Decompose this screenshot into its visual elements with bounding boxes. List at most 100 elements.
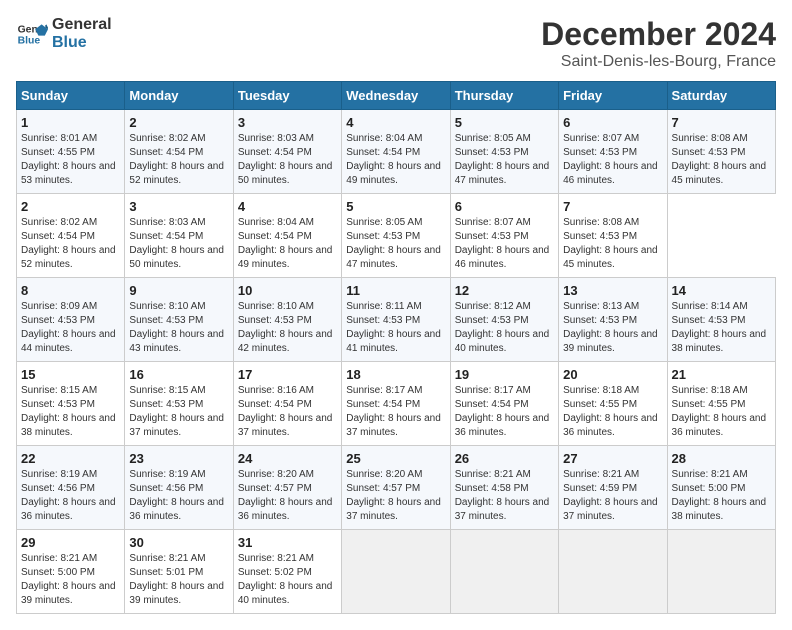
calendar-cell: 30Sunrise: 8:21 AMSunset: 5:01 PMDayligh… [125,530,233,614]
day-info: Sunrise: 8:13 AMSunset: 4:53 PMDaylight:… [563,300,662,356]
calendar-week-2: 8Sunrise: 8:09 AMSunset: 4:53 PMDaylight… [17,278,776,362]
day-number: 14 [672,283,771,298]
day-info: Sunrise: 8:04 AMSunset: 4:54 PMDaylight:… [238,216,337,272]
day-info: Sunrise: 8:21 AMSunset: 4:59 PMDaylight:… [563,468,662,524]
day-info: Sunrise: 8:10 AMSunset: 4:53 PMDaylight:… [238,300,337,356]
day-number: 10 [238,283,337,298]
day-info: Sunrise: 8:21 AMSunset: 5:00 PMDaylight:… [672,468,771,524]
day-info: Sunrise: 8:08 AMSunset: 4:53 PMDaylight:… [563,216,662,272]
day-info: Sunrise: 8:04 AMSunset: 4:54 PMDaylight:… [346,132,445,188]
day-number: 18 [346,367,445,382]
calendar-cell: 14 Sunrise: 8:14 AMSunset: 4:53 PMDayligh… [667,278,775,362]
calendar-cell: 17Sunrise: 8:16 AMSunset: 4:54 PMDayligh… [233,362,341,446]
day-number: 23 [129,451,228,466]
calendar-cell: 7 Sunrise: 8:08 AMSunset: 4:53 PMDaylight… [667,110,775,194]
calendar-cell: 26 Sunrise: 8:21 AMSunset: 4:58 PMDayligh… [450,446,558,530]
calendar-cell: 16 Sunrise: 8:15 AMSunset: 4:53 PMDayligh… [125,362,233,446]
day-info: Sunrise: 8:02 AMSunset: 4:54 PMDaylight:… [21,216,120,272]
day-number: 9 [129,283,228,298]
day-number: 3 [238,115,337,130]
calendar-cell: 27 Sunrise: 8:21 AMSunset: 4:59 PMDayligh… [559,446,667,530]
day-info: Sunrise: 8:02 AMSunset: 4:54 PMDaylight:… [129,132,228,188]
day-info: Sunrise: 8:07 AMSunset: 4:53 PMDaylight:… [563,132,662,188]
day-number: 27 [563,451,662,466]
calendar-cell: 11 Sunrise: 8:11 AMSunset: 4:53 PMDayligh… [342,278,450,362]
page-header: General Blue General Blue December 2024 … [16,16,776,71]
day-number: 25 [346,451,445,466]
calendar-cell: 24Sunrise: 8:20 AMSunset: 4:57 PMDayligh… [233,446,341,530]
day-number: 4 [346,115,445,130]
day-number: 29 [21,535,120,550]
calendar-cell: 22 Sunrise: 8:19 AMSunset: 4:56 PMDayligh… [17,446,125,530]
day-info: Sunrise: 8:03 AMSunset: 4:54 PMDaylight:… [238,132,337,188]
calendar-cell: 15 Sunrise: 8:15 AMSunset: 4:53 PMDayligh… [17,362,125,446]
day-number: 22 [21,451,120,466]
day-info: Sunrise: 8:11 AMSunset: 4:53 PMDaylight:… [346,300,445,356]
calendar-subtitle: Saint-Denis-les-Bourg, France [541,53,776,71]
calendar-cell: 19 Sunrise: 8:17 AMSunset: 4:54 PMDayligh… [450,362,558,446]
day-number: 20 [563,367,662,382]
day-info: Sunrise: 8:20 AMSunset: 4:57 PMDaylight:… [346,468,445,524]
day-number: 24 [238,451,337,466]
day-number: 3 [129,199,228,214]
day-number: 16 [129,367,228,382]
day-number: 7 [672,115,771,130]
day-number: 11 [346,283,445,298]
day-info: Sunrise: 8:08 AMSunset: 4:53 PMDaylight:… [672,132,771,188]
calendar-cell: 20Sunrise: 8:18 AMSunset: 4:55 PMDayligh… [559,362,667,446]
day-number: 19 [455,367,554,382]
calendar-cell: 5Sunrise: 8:05 AMSunset: 4:53 PMDaylight… [450,110,558,194]
calendar-cell: 5Sunrise: 8:05 AMSunset: 4:53 PMDaylight… [342,194,450,278]
day-info: Sunrise: 8:14 AMSunset: 4:53 PMDaylight:… [672,300,771,356]
day-number: 26 [455,451,554,466]
day-info: Sunrise: 8:17 AMSunset: 4:54 PMDaylight:… [455,384,554,440]
day-info: Sunrise: 8:19 AMSunset: 4:56 PMDaylight:… [21,468,120,524]
calendar-cell: 6 Sunrise: 8:07 AMSunset: 4:53 PMDaylight… [559,110,667,194]
day-number: 21 [672,367,771,382]
header-sunday: Sunday [17,82,125,110]
day-number: 7 [563,199,662,214]
day-number: 31 [238,535,337,550]
calendar-cell: 6Sunrise: 8:07 AMSunset: 4:53 PMDaylight… [450,194,558,278]
day-info: Sunrise: 8:01 AMSunset: 4:55 PMDaylight:… [21,132,120,188]
calendar-cell: 4 Sunrise: 8:04 AMSunset: 4:54 PMDaylight… [233,194,341,278]
calendar-cell: 7 Sunrise: 8:08 AMSunset: 4:53 PMDaylight… [559,194,667,278]
calendar-cell: 25 Sunrise: 8:20 AMSunset: 4:57 PMDayligh… [342,446,450,530]
calendar-week-0: 1Sunrise: 8:01 AMSunset: 4:55 PMDaylight… [17,110,776,194]
day-info: Sunrise: 8:21 AMSunset: 5:01 PMDaylight:… [129,552,228,608]
logo-blue: Blue [52,34,112,52]
calendar-cell: 28 Sunrise: 8:21 AMSunset: 5:00 PMDayligh… [667,446,775,530]
header-monday: Monday [125,82,233,110]
calendar-week-4: 22 Sunrise: 8:19 AMSunset: 4:56 PMDayligh… [17,446,776,530]
logo-icon: General Blue [16,18,48,50]
day-info: Sunrise: 8:15 AMSunset: 4:53 PMDaylight:… [21,384,120,440]
calendar-cell: 2 Sunrise: 8:02 AMSunset: 4:54 PMDaylight… [17,194,125,278]
day-info: Sunrise: 8:21 AMSunset: 4:58 PMDaylight:… [455,468,554,524]
header-row: SundayMondayTuesdayWednesdayThursdayFrid… [17,82,776,110]
day-info: Sunrise: 8:21 AMSunset: 5:02 PMDaylight:… [238,552,337,608]
header-tuesday: Tuesday [233,82,341,110]
day-info: Sunrise: 8:12 AMSunset: 4:53 PMDaylight:… [455,300,554,356]
header-wednesday: Wednesday [342,82,450,110]
day-info: Sunrise: 8:05 AMSunset: 4:53 PMDaylight:… [346,216,445,272]
day-info: Sunrise: 8:15 AMSunset: 4:53 PMDaylight:… [129,384,228,440]
day-info: Sunrise: 8:10 AMSunset: 4:53 PMDaylight:… [129,300,228,356]
header-saturday: Saturday [667,82,775,110]
calendar-cell [667,530,775,614]
day-number: 6 [563,115,662,130]
calendar-cell [559,530,667,614]
day-info: Sunrise: 8:05 AMSunset: 4:53 PMDaylight:… [455,132,554,188]
day-info: Sunrise: 8:16 AMSunset: 4:54 PMDaylight:… [238,384,337,440]
day-number: 4 [238,199,337,214]
day-number: 6 [455,199,554,214]
day-number: 13 [563,283,662,298]
day-number: 28 [672,451,771,466]
calendar-title: December 2024 [541,16,776,53]
day-number: 15 [21,367,120,382]
day-number: 2 [21,199,120,214]
calendar-cell: 31 Sunrise: 8:21 AMSunset: 5:02 PMDayligh… [233,530,341,614]
calendar-cell: 13 Sunrise: 8:13 AMSunset: 4:53 PMDayligh… [559,278,667,362]
calendar-cell: 18Sunrise: 8:17 AMSunset: 4:54 PMDayligh… [342,362,450,446]
day-info: Sunrise: 8:19 AMSunset: 4:56 PMDaylight:… [129,468,228,524]
calendar-cell: 3Sunrise: 8:03 AMSunset: 4:54 PMDaylight… [125,194,233,278]
